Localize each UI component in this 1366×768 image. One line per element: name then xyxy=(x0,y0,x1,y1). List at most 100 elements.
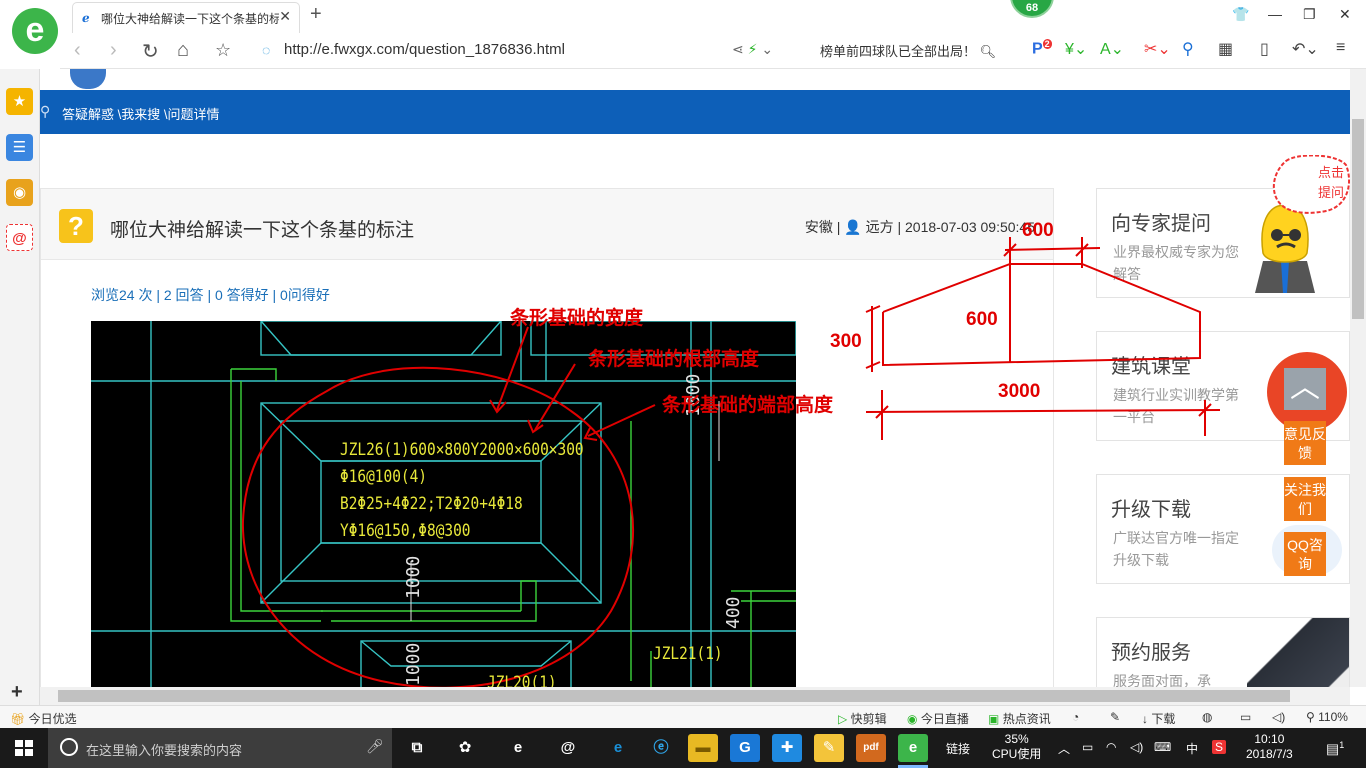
scissors-icon[interactable]: ✂⌄ xyxy=(1144,39,1171,59)
browser-status-bar: 🎁︎ 今日优选 ▷ 快剪辑 ◉ 今日直播 ▣ 热点资讯 ◔ ✎ ↓ 下载 ◍ ▭… xyxy=(0,705,1366,728)
favorite-star-icon[interactable]: ☆ xyxy=(215,40,231,61)
shirt-skin-icon[interactable]: 👕 xyxy=(1232,6,1249,23)
vertical-scroll-thumb[interactable] xyxy=(1352,119,1364,319)
zoom-icon: ⚲ xyxy=(1306,710,1315,724)
card-subtitle: 建筑行业实训教学第一平台 xyxy=(1113,387,1239,425)
card-subtitle: 业界最权威专家为您解答 xyxy=(1113,244,1239,282)
clock-time: 10:10 xyxy=(1254,732,1285,746)
search-icon[interactable]: 🔍︎ xyxy=(980,44,997,59)
browser-logo-icon[interactable]: e xyxy=(12,8,58,54)
edge-icon[interactable]: e xyxy=(603,734,633,762)
speaker-icon[interactable]: ◁) xyxy=(1130,740,1143,754)
cad-drawing-image[interactable]: JZL26(1)600×800Y2000×600×300 Φ16@100(4) … xyxy=(91,321,796,687)
forward-icon[interactable]: › xyxy=(110,39,117,62)
close-tab-icon[interactable]: ✕ xyxy=(279,8,291,25)
volume-icon[interactable]: ◁) xyxy=(1272,710,1285,724)
window-icon[interactable]: ▭ xyxy=(1240,710,1251,724)
weibo-icon[interactable]: ◉ xyxy=(6,179,33,206)
reading-mode-icon[interactable]: ▯ xyxy=(1260,39,1269,59)
hot-news-link[interactable]: ▣ 热点资讯 xyxy=(988,710,1051,727)
undo-icon[interactable]: ↶⌄ xyxy=(1292,39,1319,59)
url-text[interactable]: http://e.fwxgx.com/question_1876836.html xyxy=(284,41,565,58)
zoom-control[interactable]: ⚲ 110% xyxy=(1306,710,1348,724)
question-stats[interactable]: 浏览24 次 | 2 回答 | 0 答得好 | 0问得好 xyxy=(91,285,330,305)
share-icon[interactable]: ⋖ ⚡ ⌄ xyxy=(732,41,773,58)
news-ticker[interactable]: 榜单前四球队已全部出局！ 🔍︎ xyxy=(820,41,996,60)
back-to-top-button[interactable]: ︿ xyxy=(1284,368,1326,410)
sogou-icon[interactable]: S xyxy=(1212,740,1227,754)
action-center-icon[interactable]: ▤1 xyxy=(1326,740,1344,758)
vertical-scrollbar[interactable] xyxy=(1350,69,1366,687)
live-link[interactable]: ◉ 今日直播 xyxy=(907,710,969,727)
spiral-app-icon[interactable]: @ xyxy=(553,734,583,762)
kuaijianji-label: 快剪辑 xyxy=(850,712,887,726)
tray-expand-icon[interactable]: ︿ xyxy=(1058,740,1070,757)
keyboard-icon[interactable]: ⌨ xyxy=(1154,740,1171,754)
home-icon[interactable]: ⌂ xyxy=(177,39,189,62)
today-picks-link[interactable]: 🎁︎ 今日优选 xyxy=(10,710,77,727)
task-view-icon[interactable]: ⧉ xyxy=(402,734,432,762)
feedback-button[interactable]: 意见反馈 xyxy=(1284,421,1326,465)
ie-browser-icon[interactable]: e xyxy=(503,734,533,762)
magnifier-icon[interactable]: ⚲ xyxy=(1182,39,1194,59)
question-mark-icon: ? xyxy=(59,209,93,243)
address-bar[interactable]: ◌ http://e.fwxgx.com/question_1876836.ht… xyxy=(260,39,800,63)
cad-line-3: B2Φ25+4Φ22;T2Φ20+4Φ18 xyxy=(340,494,523,514)
site-favicon-icon: ℯ xyxy=(82,11,90,25)
play-icon: ▷ xyxy=(838,712,848,726)
battery-icon[interactable]: ▭ xyxy=(1082,740,1093,754)
favorites-star-icon[interactable]: ★ xyxy=(6,88,33,115)
back-icon[interactable]: ‹ xyxy=(74,39,81,62)
follow-us-button[interactable]: 关注我们 xyxy=(1284,477,1326,521)
browser-app-icon[interactable]: e xyxy=(898,734,928,762)
pdf-app-icon[interactable]: pdf xyxy=(856,734,886,762)
refresh-icon[interactable]: ↻ xyxy=(142,39,159,64)
menu-icon[interactable]: ≡ xyxy=(1336,39,1345,57)
pinwheel-app-icon[interactable]: ✿ xyxy=(450,734,480,762)
add-sidebar-item-icon[interactable]: + xyxy=(11,681,23,704)
minimize-icon[interactable]: — xyxy=(1268,6,1282,22)
internet-explorer-icon[interactable]: ⓔ xyxy=(646,734,676,762)
new-tab-button[interactable]: + xyxy=(310,3,322,26)
clean-icon[interactable]: ◍ xyxy=(1202,710,1212,724)
browser-tab[interactable]: ℯ 哪位大神给解读一下这个条基的标注 ✕ xyxy=(72,2,300,33)
appointment-service-card[interactable]: 预约服务 服务面对面，承 xyxy=(1096,617,1350,687)
g-app-icon[interactable]: G xyxy=(730,734,760,762)
apps-grid-icon[interactable]: ▦ xyxy=(1218,39,1233,59)
qq-consult-button[interactable]: QQ咨询 xyxy=(1284,532,1326,576)
question-header: ? 哪位大神给解读一下这个条基的标注 安徽 | 👤 远方 | 2018-07-0… xyxy=(41,189,1053,260)
clock[interactable]: 10:10 2018/7/3 xyxy=(1246,732,1293,762)
lightning-icon[interactable]: ⚡ xyxy=(748,41,758,57)
site-logo-icon[interactable] xyxy=(70,69,106,89)
windows-start-icon[interactable] xyxy=(0,728,48,768)
plus-app-icon[interactable]: ✚ xyxy=(772,734,802,762)
horizontal-scrollbar[interactable] xyxy=(40,687,1350,705)
breadcrumb[interactable]: 答疑解惑 \我来搜 \问题详情 xyxy=(62,104,219,123)
taskbar-search[interactable]: 在这里输入你要搜索的内容 🎤︎ xyxy=(48,728,392,768)
horizontal-scroll-thumb[interactable] xyxy=(58,690,1290,702)
notes-app-icon[interactable]: ✎ xyxy=(814,734,844,762)
close-window-icon[interactable]: ✕ xyxy=(1339,6,1351,23)
news-ticker-text[interactable]: 榜单前四球队已全部出局！ xyxy=(820,44,976,59)
cpu-usage[interactable]: 35% CPU使用 xyxy=(992,732,1041,762)
file-explorer-icon[interactable]: ▬ xyxy=(688,734,718,762)
restore-icon[interactable]: ❐ xyxy=(1303,6,1316,23)
wifi-icon[interactable]: ◠ xyxy=(1106,740,1116,754)
list-icon[interactable]: ☰ xyxy=(6,134,33,161)
speed-icon[interactable]: ◔ xyxy=(1072,710,1079,724)
notification-badge[interactable]: 68 xyxy=(1010,0,1054,18)
ask-tip-bubble[interactable]: 点击提问 xyxy=(1266,154,1351,217)
tool-icon[interactable]: ✎ xyxy=(1110,710,1120,724)
microphone-icon[interactable]: 🎤︎ xyxy=(366,738,384,755)
p-extension-icon[interactable]: P2 xyxy=(1032,39,1052,58)
cad-dim-1000-center: 1000 xyxy=(403,555,424,599)
link-label[interactable]: 链接 xyxy=(946,740,970,757)
ime-indicator[interactable]: 中 xyxy=(1186,740,1198,757)
site-security-icon: ◌ xyxy=(262,42,271,58)
cad-dim-1000-bottom: 1000 xyxy=(403,642,424,686)
kuaijianji-link[interactable]: ▷ 快剪辑 xyxy=(838,710,887,727)
translate-icon[interactable]: A⌄ xyxy=(1100,39,1124,59)
email-icon[interactable]: @ xyxy=(6,224,33,251)
yen-shield-icon[interactable]: ¥⌄ xyxy=(1065,39,1087,59)
download-link[interactable]: ↓ 下载 xyxy=(1142,710,1175,727)
